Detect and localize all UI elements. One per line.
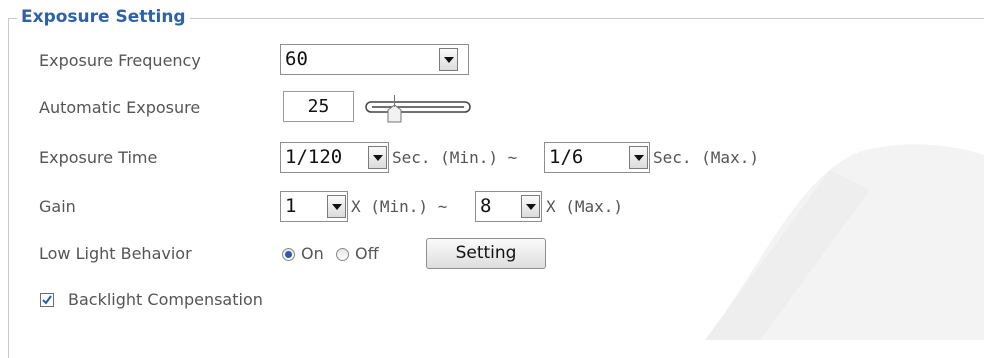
exposure-time-max-select[interactable]: 1/6	[544, 142, 650, 173]
exposure-time-min-select[interactable]: 1/120	[280, 142, 389, 173]
gain-label: Gain	[39, 197, 76, 216]
gain-max-value: 8	[480, 195, 492, 217]
automatic-exposure-slider[interactable]	[364, 95, 474, 137]
section-title: Exposure Setting	[17, 6, 190, 28]
gain-max-select[interactable]: 8	[475, 191, 542, 222]
low-light-off-radio[interactable]	[336, 248, 349, 261]
checkmark-icon	[42, 295, 52, 305]
triangle-down-icon[interactable]	[521, 195, 540, 218]
backlight-checkbox[interactable]	[40, 293, 54, 307]
exposure-frequency-value: 60	[285, 48, 308, 70]
gain-min-unit: X (Min.) ~	[351, 197, 448, 216]
exposure-frequency-select[interactable]: 60	[280, 44, 469, 75]
triangle-down-icon[interactable]	[368, 146, 387, 169]
low-light-label: Low Light Behavior	[39, 244, 192, 263]
low-light-off-label: Off	[355, 244, 379, 263]
gain-max-unit: X (Max.)	[546, 197, 624, 216]
exposure-time-max-value: 1/6	[549, 146, 584, 168]
exposure-time-min-value: 1/120	[285, 146, 343, 168]
backlight-label: Backlight Compensation	[68, 290, 263, 309]
low-light-on-radio[interactable]	[282, 248, 295, 261]
triangle-down-icon[interactable]	[629, 146, 648, 169]
gain-min-value: 1	[285, 195, 297, 217]
gain-min-select[interactable]: 1	[280, 191, 348, 222]
low-light-on-label: On	[301, 244, 324, 263]
setting-button[interactable]: Setting	[426, 238, 546, 269]
triangle-down-icon[interactable]	[327, 195, 346, 218]
triangle-down-icon[interactable]	[439, 48, 458, 71]
exposure-frequency-label: Exposure Frequency	[39, 51, 201, 70]
exposure-time-max-unit: Sec. (Max.)	[653, 148, 759, 167]
exposure-time-label: Exposure Time	[39, 148, 158, 167]
exposure-time-min-unit: Sec. (Min.) ~	[392, 148, 518, 167]
automatic-exposure-input[interactable]: 25	[283, 91, 354, 122]
automatic-exposure-label: Automatic Exposure	[39, 98, 201, 117]
